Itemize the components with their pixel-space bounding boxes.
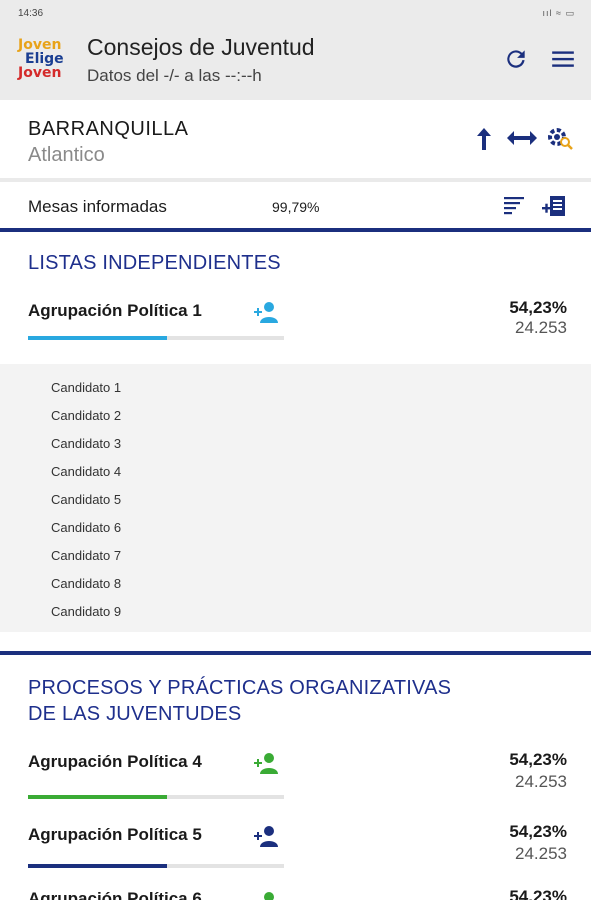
app-title: Consejos de Juventud	[87, 34, 315, 60]
party-percentage: 54,23%	[509, 298, 567, 317]
candidate-item[interactable]: Candidato 4	[51, 464, 121, 479]
candidate-item[interactable]: Candidato 1	[51, 380, 121, 395]
refresh-icon[interactable]	[503, 46, 529, 72]
section-title-line: DE LAS JUVENTUDES	[28, 703, 242, 725]
vote-share-bar	[28, 795, 284, 799]
status-time: 14:36	[18, 8, 44, 19]
horizontal-arrows-icon[interactable]	[506, 128, 538, 148]
candidate-item[interactable]: Candidato 9	[51, 604, 121, 619]
candidate-item[interactable]: Candidato 5	[51, 492, 121, 507]
party-percentage: 54,23%	[509, 750, 567, 769]
add-person-icon[interactable]	[253, 824, 279, 848]
vote-share-bar	[28, 336, 284, 340]
settings-search-icon[interactable]	[546, 124, 574, 152]
party-name[interactable]: Agrupación Política 1	[28, 301, 202, 321]
sort-up-arrow-icon[interactable]	[474, 126, 494, 152]
party-name[interactable]: Agrupación Política 4	[28, 752, 202, 772]
add-person-icon[interactable]	[253, 300, 279, 324]
sort-lines-icon[interactable]	[503, 195, 525, 217]
system-icons: ııl ≈ ▭	[542, 8, 575, 18]
candidate-item[interactable]: Candidato 7	[51, 548, 121, 563]
region-name: Atlantico	[28, 144, 105, 166]
status-bar: 14:36 ııl ≈ ▭	[0, 0, 591, 26]
candidate-item[interactable]: Candidato 3	[51, 436, 121, 451]
party-percentage: 54,23%	[509, 887, 567, 900]
app-bar: Joven Elige Joven Consejos de Juventud D…	[0, 26, 591, 100]
location-header: BARRANQUILLA Atlantico	[0, 100, 591, 182]
city-name: BARRANQUILLA	[28, 118, 189, 140]
section-title: PROCESOS Y PRÁCTICAS ORGANIZATIVAS DE LA…	[28, 675, 451, 727]
candidate-item[interactable]: Candidato 8	[51, 576, 121, 591]
add-person-icon[interactable]	[253, 751, 279, 775]
party-votes: 24.253	[515, 318, 567, 337]
section-title-line: PROCESOS Y PRÁCTICAS ORGANIZATIVAS	[28, 677, 452, 699]
reported-tables-value: 99,79%	[272, 199, 320, 215]
menu-icon[interactable]	[549, 46, 577, 72]
data-timestamp: Datos del -/- a las --:--h	[87, 66, 262, 85]
party-name[interactable]: Agrupación Política 5	[28, 825, 202, 845]
reported-tables-row: Mesas informadas 99,79%	[0, 186, 591, 228]
candidate-item[interactable]: Candidato 2	[51, 408, 121, 423]
vote-share-fill	[28, 864, 167, 868]
vote-share-fill	[28, 795, 167, 799]
party-votes: 24.253	[515, 844, 567, 863]
candidate-list: Candidato 1 Candidato 2 Candidato 3 Cand…	[0, 364, 591, 632]
section-title: LISTAS INDEPENDIENTES	[28, 252, 281, 274]
add-document-icon[interactable]	[541, 194, 567, 218]
vote-share-fill	[28, 336, 167, 340]
section-divider	[0, 228, 591, 232]
party-votes: 24.253	[515, 772, 567, 791]
section-divider	[0, 651, 591, 655]
party-percentage: 54,23%	[509, 822, 567, 841]
add-person-icon[interactable]	[253, 890, 279, 900]
joven-elige-joven-logo: Joven Elige Joven	[18, 37, 64, 81]
reported-tables-label: Mesas informadas	[28, 197, 167, 216]
vote-share-bar	[28, 864, 284, 868]
party-name[interactable]: Agrupación Política 6	[28, 889, 202, 900]
candidate-item[interactable]: Candidato 6	[51, 520, 121, 535]
